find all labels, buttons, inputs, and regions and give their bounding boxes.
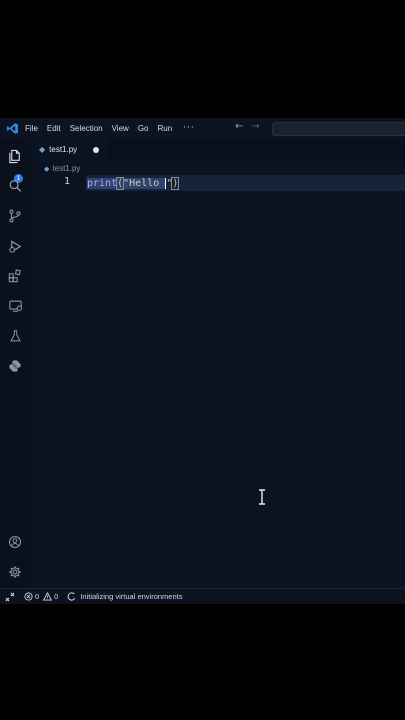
- breadcrumb: ◆ test1.py: [44, 164, 80, 173]
- explorer-files-icon[interactable]: [7, 148, 23, 164]
- editor[interactable]: 1 print("Hello "): [30, 175, 405, 588]
- tab-test1-py[interactable]: ◆ test1.py: [30, 138, 108, 161]
- tab-label: test1.py: [49, 145, 78, 154]
- unsaved-dot-icon[interactable]: [93, 147, 99, 153]
- error-icon: [24, 592, 33, 601]
- warning-count: 0: [54, 592, 59, 601]
- vscode-window: File Edit Selection View Go Run ··· ← → …: [0, 118, 405, 604]
- menu-view[interactable]: View: [112, 124, 129, 133]
- code-line[interactable]: print("Hello "): [87, 176, 180, 190]
- tab-bar: ◆ test1.py: [30, 138, 405, 161]
- navigation: ← →: [235, 121, 260, 132]
- code-string: "Hello: [123, 177, 166, 189]
- menu-file[interactable]: File: [25, 124, 38, 133]
- vscode-logo-icon: [5, 121, 19, 135]
- menu-selection[interactable]: Selection: [70, 124, 103, 133]
- warning-icon: [43, 592, 53, 601]
- breadcrumb-file[interactable]: test1.py: [52, 164, 80, 173]
- menu-edit[interactable]: Edit: [47, 124, 61, 133]
- menu-more-icon[interactable]: ···: [183, 123, 195, 133]
- environment-status[interactable]: Initializing virtual environments: [67, 592, 182, 601]
- code-function: print: [87, 177, 118, 189]
- menu-go[interactable]: Go: [138, 124, 149, 133]
- python-file-icon: ◆: [39, 145, 46, 154]
- code-close-paren: ): [171, 176, 180, 190]
- back-arrow-icon[interactable]: ←: [235, 121, 243, 132]
- remote-indicator-icon[interactable]: [2, 592, 18, 602]
- run-debug-icon[interactable]: [7, 238, 23, 254]
- python-file-icon: ◆: [44, 164, 50, 173]
- command-center-search[interactable]: [272, 122, 405, 136]
- search-icon[interactable]: [7, 178, 23, 194]
- loading-spinner-icon: [67, 592, 76, 601]
- testing-flask-icon[interactable]: [7, 328, 23, 344]
- extensions-icon[interactable]: [7, 268, 23, 284]
- menu-run[interactable]: Run: [157, 124, 172, 133]
- gear-icon[interactable]: [7, 564, 23, 580]
- status-message: Initializing virtual environments: [80, 592, 183, 601]
- account-icon[interactable]: [7, 534, 23, 550]
- forward-arrow-icon[interactable]: →: [251, 121, 259, 132]
- error-count: 0: [35, 592, 40, 601]
- remote-explorer-icon[interactable]: [7, 298, 23, 314]
- line-number: 1: [63, 176, 70, 187]
- ibeam-cursor-icon: [259, 489, 265, 505]
- python-icon[interactable]: [7, 358, 23, 374]
- status-bar: 0 0 Initializing virtual environments: [0, 588, 405, 604]
- problems-indicator[interactable]: 0 0: [24, 592, 58, 601]
- source-control-icon[interactable]: [7, 208, 23, 224]
- title-bar: File Edit Selection View Go Run ··· ← →: [0, 118, 405, 138]
- activity-bar: 1: [0, 138, 30, 588]
